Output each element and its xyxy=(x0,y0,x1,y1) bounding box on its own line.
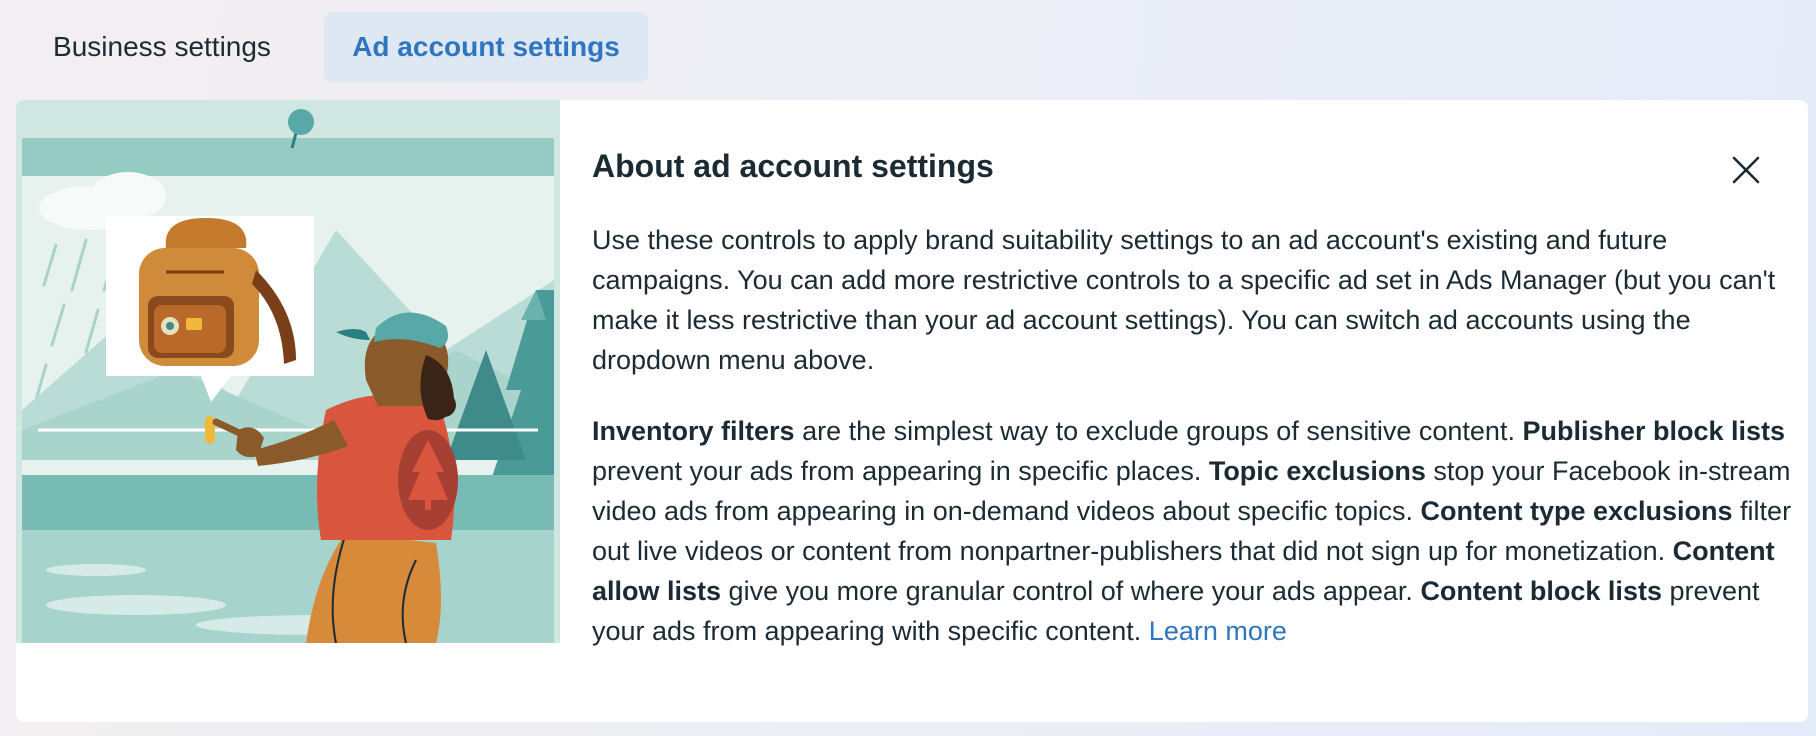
tab-ad-account-settings[interactable]: Ad account settings xyxy=(324,12,648,82)
desc-content-allow-lists: give you more granular control of where … xyxy=(721,576,1421,606)
term-inventory-filters: Inventory filters xyxy=(592,416,795,446)
term-publisher-block-lists: Publisher block lists xyxy=(1522,416,1786,446)
panel-title: About ad account settings xyxy=(592,148,994,184)
learn-more-link[interactable]: Learn more xyxy=(1149,616,1287,646)
intro-paragraph: Use these controls to apply brand suitab… xyxy=(592,225,1776,375)
details-paragraph: Inventory filters are the simplest way t… xyxy=(592,411,1792,651)
desc-publisher-block-lists: prevent your ads from appearing in speci… xyxy=(592,456,1209,486)
term-topic-exclusions: Topic exclusions xyxy=(1208,456,1426,486)
term-content-type-exclusions: Content type exclusions xyxy=(1420,496,1733,526)
about-ad-account-settings-panel: About ad account settings Use these cont… xyxy=(16,100,1808,722)
close-button[interactable] xyxy=(1726,150,1766,190)
term-content-block-lists: Content block lists xyxy=(1420,576,1662,606)
close-icon xyxy=(1732,156,1760,184)
desc-inventory-filters: are the simplest way to exclude groups o… xyxy=(794,416,1523,446)
person-pointing-at-slider-with-backpack-illustration xyxy=(16,100,560,643)
tab-business-settings[interactable]: Business settings xyxy=(24,12,300,82)
